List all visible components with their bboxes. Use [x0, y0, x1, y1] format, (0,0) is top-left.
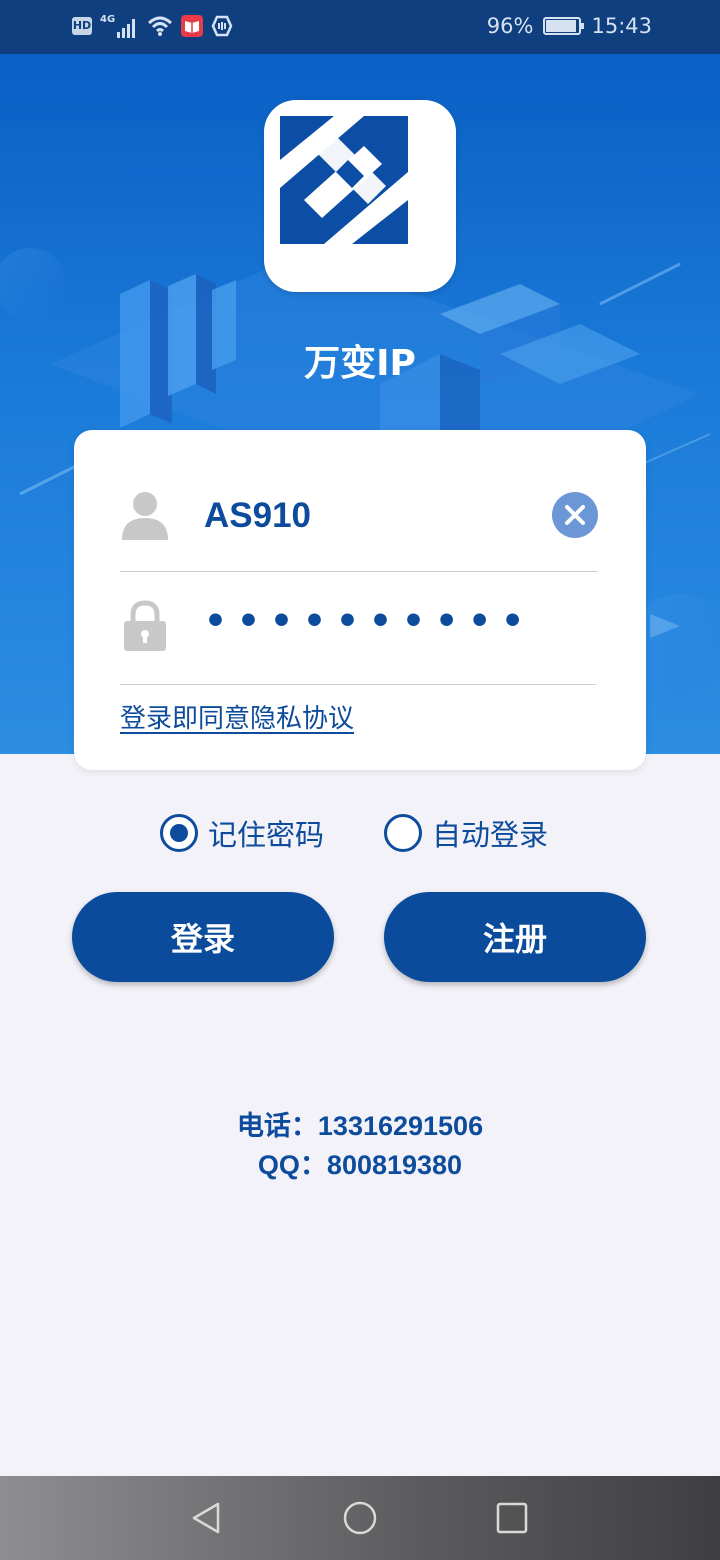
privacy-agreement-link[interactable]: 登录即同意隐私协议: [120, 698, 354, 735]
close-icon: [565, 505, 585, 525]
battery-icon: [543, 17, 585, 35]
clock: 15:43: [591, 14, 652, 38]
back-icon[interactable]: [188, 1500, 224, 1536]
wifi-icon: [148, 16, 173, 36]
auto-login-label: 自动登录: [432, 818, 549, 852]
remember-password-label: 记住密码: [208, 818, 325, 852]
remember-password-radio[interactable]: [160, 814, 198, 852]
username-row: AS910: [120, 460, 598, 572]
auto-login-option[interactable]: 自动登录: [384, 812, 548, 854]
auto-login-radio[interactable]: [384, 814, 422, 852]
clear-username-button[interactable]: [552, 492, 598, 538]
hd-icon: HD: [72, 17, 92, 35]
nfc-icon: [211, 15, 233, 37]
remember-password-option[interactable]: 记住密码: [160, 812, 324, 854]
app-name: 万变IP: [304, 343, 416, 384]
navigation-bar: [0, 1476, 720, 1560]
status-right-icons: 96% 15:43: [487, 14, 652, 38]
contact-qq: QQ：800819380: [257, 1150, 463, 1180]
contact-phone: 电话：13316291506: [236, 1111, 484, 1141]
user-icon: [122, 492, 168, 540]
signal-4g-icon: 4G: [100, 14, 139, 38]
app-logo-icon: [280, 116, 408, 244]
book-app-icon: [181, 15, 204, 37]
network-label: 4G: [100, 14, 116, 25]
username-input[interactable]: AS910: [204, 496, 311, 536]
lock-icon: [124, 600, 166, 651]
login-card: AS910 •••••••••• 登录即同意隐私协议: [74, 430, 646, 770]
recent-apps-icon[interactable]: [494, 1500, 530, 1536]
battery-percent: 96%: [486, 14, 534, 38]
app-logo: [264, 100, 456, 292]
status-left-icons: HD 4G: [72, 14, 233, 38]
password-input[interactable]: ••••••••••: [204, 601, 534, 642]
password-row: ••••••••••: [120, 573, 596, 685]
login-button[interactable]: 登录: [72, 892, 334, 982]
home-icon[interactable]: [342, 1500, 378, 1536]
register-button[interactable]: 注册: [384, 892, 646, 982]
status-bar: HD 4G 96% 15:43: [0, 0, 720, 54]
